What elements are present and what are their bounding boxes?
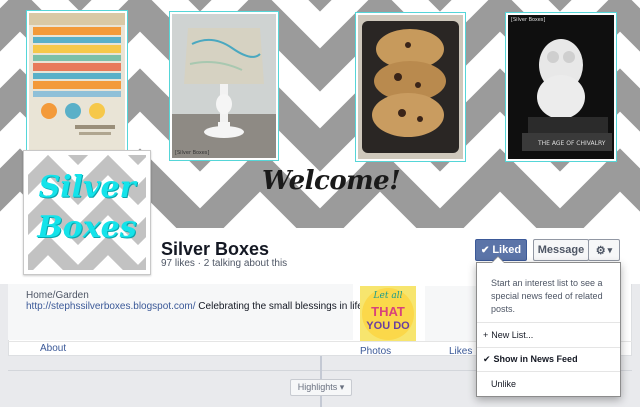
page-category[interactable]: Home/Garden [26, 290, 89, 301]
cover-photo-owl: [Silver Boxes] THE AGE OF CHIVALRY [505, 12, 617, 162]
about-description: http://stephssilverboxes.blogspot.com/ C… [26, 301, 363, 312]
page-stats: 97 likes · 2 talking about this [161, 258, 288, 269]
menu-separator [477, 347, 620, 348]
tab-about[interactable]: About [40, 343, 66, 354]
liked-dropdown-menu: Start an interest list to see a special … [476, 256, 622, 397]
page-options-button[interactable]: ⚙ ▾ [588, 239, 620, 261]
thumb-line3: YOU DO [366, 320, 410, 332]
show-in-news-feed-label: Show in News Feed [493, 354, 578, 364]
gear-icon: ⚙ [595, 244, 606, 257]
website-link[interactable]: http://stephssilverboxes.blogspot.com/ [26, 301, 196, 312]
cookies-image [358, 15, 463, 159]
cover-photo-lamp: [Silver Boxes] [169, 11, 279, 161]
page-title[interactable]: Silver Boxes [161, 239, 269, 260]
thumb-line1: Let all [373, 291, 403, 301]
photos-thumbnail[interactable]: Let all THAT YOU DO [360, 286, 416, 342]
menu-item-show-in-news-feed[interactable]: ✔ Show in News Feed [483, 354, 614, 365]
menu-arrow-inner [492, 257, 504, 263]
tab-likes[interactable]: Likes [449, 346, 472, 357]
lamp-image [172, 14, 276, 158]
liked-label: Liked [492, 244, 522, 256]
chevron-down-icon: ▾ [607, 244, 613, 255]
check-icon: ✔ [483, 354, 491, 364]
photo-caption: [Silver Boxes] [511, 17, 546, 23]
plus-icon: + [483, 330, 489, 340]
menu-separator [477, 371, 620, 372]
profile-picture[interactable]: Silver Boxes [23, 150, 151, 275]
tab-photos[interactable]: Photos [360, 346, 391, 357]
menu-separator [477, 322, 620, 323]
cover-photo-cookies [355, 12, 466, 162]
menu-item-new-list[interactable]: + New List... [483, 330, 614, 340]
book-spine-text: THE AGE OF CHIVALRY [538, 140, 606, 147]
check-icon: ✔ [480, 244, 490, 256]
highlights-button[interactable]: Highlights ▾ [290, 379, 352, 396]
profile-logo-line1: Silver [38, 170, 136, 205]
owl-image [508, 15, 614, 159]
thumb-line2: THAT [371, 304, 405, 319]
profile-logo-line2: Boxes [37, 210, 137, 245]
card-image [29, 13, 125, 157]
cover-photo-card [26, 10, 128, 160]
likes-thumbnail[interactable] [425, 286, 477, 342]
new-list-label: New List... [491, 330, 534, 340]
interest-list-description: Start an interest list to see a special … [491, 278, 603, 314]
photo-caption: [Silver Boxes] [175, 150, 210, 156]
menu-item-unlike[interactable]: Unlike [491, 379, 622, 389]
welcome-text: Welcome! [262, 166, 401, 196]
message-button[interactable]: Message [533, 239, 589, 261]
description-text: Celebrating the small blessings in life [195, 301, 363, 312]
